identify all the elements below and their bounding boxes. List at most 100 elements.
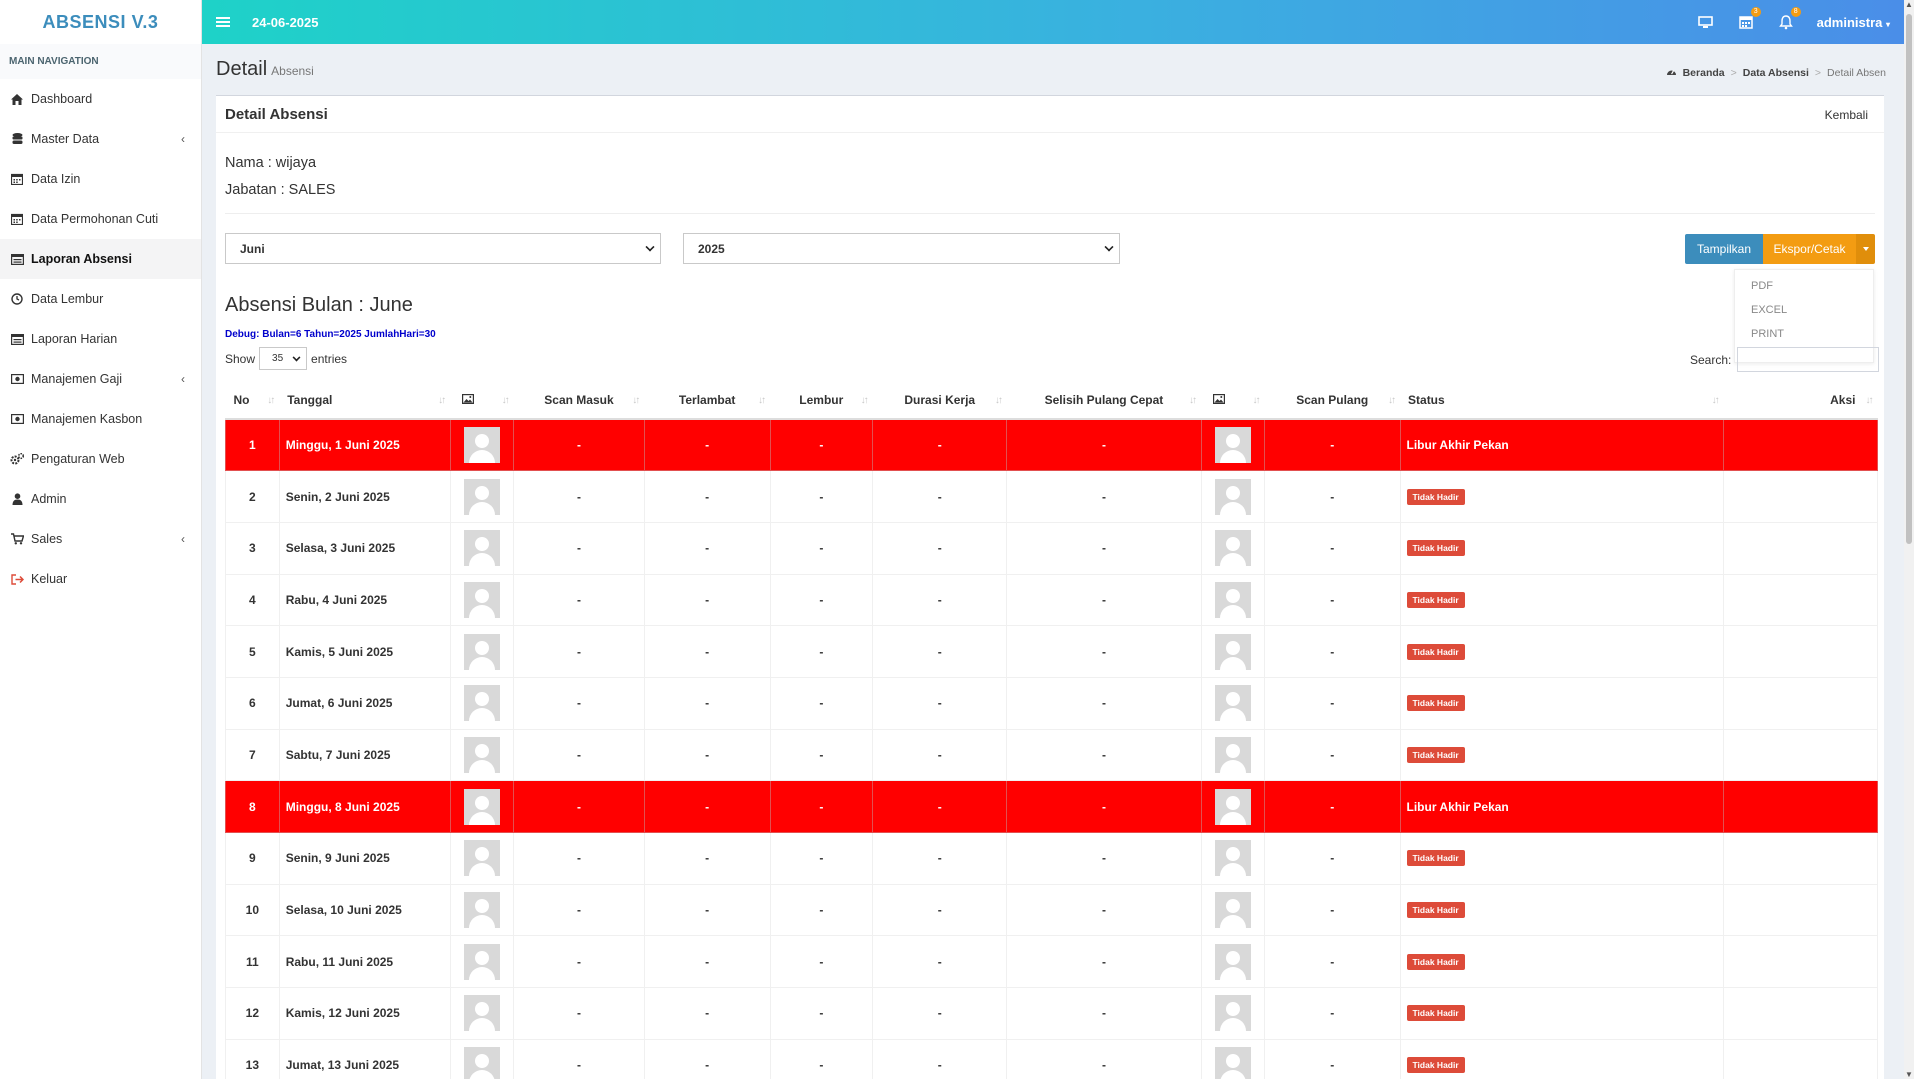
sort-icon[interactable]: ↓↑: [1712, 395, 1720, 406]
cell-photo-in[interactable]: [449, 470, 515, 523]
sidebar-item-data-izin[interactable]: Data Izin: [0, 159, 201, 199]
month-select[interactable]: Juni: [225, 233, 661, 264]
column-header[interactable]: ↓↑: [1201, 382, 1265, 420]
cell-photo-in[interactable]: [449, 832, 515, 885]
search-input[interactable]: [1737, 347, 1880, 372]
cell-photo-out[interactable]: [1200, 470, 1266, 523]
sort-icon[interactable]: ↓↑: [1189, 395, 1197, 406]
scroll-thumb[interactable]: [1906, 14, 1912, 544]
status-badge: Tidak Hadir: [1406, 953, 1465, 970]
breadcrumb-beranda[interactable]: Beranda: [1683, 67, 1725, 79]
sort-icon[interactable]: ↓↑: [1253, 395, 1261, 406]
export-dropdown-toggle[interactable]: [1856, 234, 1875, 264]
cell-photo-in[interactable]: [449, 573, 515, 627]
column-header[interactable]: Durasi Kerja ↓↑: [872, 382, 1007, 420]
cell-photo-out[interactable]: [1200, 573, 1266, 627]
scroll-down-icon[interactable]: ▼: [1905, 1070, 1913, 1079]
column-header[interactable]: No ↓↑: [225, 382, 280, 420]
sort-icon[interactable]: ↓↑: [438, 395, 446, 406]
sort-icon[interactable]: ↓↑: [267, 395, 275, 406]
page-scrollbar[interactable]: ▲ ▼: [1904, 0, 1914, 1079]
sort-icon[interactable]: ↓↑: [861, 395, 869, 406]
sort-icon[interactable]: ↓↑: [502, 395, 510, 406]
sidebar-item-keluar[interactable]: Keluar: [0, 559, 201, 599]
cell-photo-in[interactable]: [449, 625, 515, 678]
sidebar-item-laporan-harian[interactable]: Laporan Harian: [0, 319, 201, 359]
sort-icon[interactable]: ↓↑: [995, 395, 1003, 406]
calendar-icon[interactable]: 3: [1737, 7, 1761, 30]
cell-photo-out[interactable]: [1200, 728, 1266, 782]
empty-value: -: [819, 489, 824, 504]
sidebar-item-dashboard[interactable]: Dashboard: [0, 79, 201, 119]
sidebar-item-manajemen-kasbon[interactable]: Manajemen Kasbon: [0, 399, 201, 439]
scroll-up-icon[interactable]: ▲: [1905, 0, 1913, 9]
sidebar-item-master-data[interactable]: Master Data ‹: [0, 119, 201, 159]
cell-photo-out[interactable]: [1200, 676, 1266, 730]
column-header[interactable]: Status ↓↑: [1400, 382, 1724, 420]
cell-scan-out: -: [1264, 625, 1401, 678]
column-header[interactable]: Terlambat ↓↑: [644, 382, 771, 420]
show-button[interactable]: Tampilkan: [1685, 234, 1763, 264]
cell-photo-out[interactable]: [1200, 935, 1266, 989]
sidebar-item-sales[interactable]: Sales ‹: [0, 519, 201, 559]
app-logo[interactable]: ABSENSI V.3: [0, 0, 201, 44]
column-header[interactable]: Lembur ↓↑: [770, 382, 873, 420]
cell-photo-in[interactable]: [449, 676, 515, 730]
menu-toggle-icon[interactable]: [216, 15, 230, 29]
column-header[interactable]: Tanggal ↓↑: [279, 382, 451, 420]
sort-icon[interactable]: ↓↑: [1866, 395, 1874, 406]
table-row: 7 Sabtu, 7 Juni 2025 - - - - - - Tidak Hadir: [225, 728, 1878, 782]
sidebar-item-manajemen-gaji[interactable]: Manajemen Gaji ‹: [0, 359, 201, 399]
cell-photo-out[interactable]: [1200, 832, 1266, 885]
sidebar-item-pengaturan-web[interactable]: Pengaturan Web: [0, 439, 201, 479]
cell-photo-in[interactable]: [449, 1038, 515, 1079]
year-select[interactable]: 2025: [683, 233, 1120, 264]
sort-icon[interactable]: ↓↑: [758, 395, 766, 406]
column-header[interactable]: Scan Masuk ↓↑: [513, 382, 645, 420]
cell-photo-out[interactable]: [1200, 780, 1266, 833]
column-header[interactable]: Selisih Pulang Cepat ↓↑: [1006, 382, 1202, 420]
empty-value: -: [705, 696, 710, 711]
breadcrumb-data-absensi[interactable]: Data Absensi: [1743, 67, 1809, 79]
avatar-placeholder: [463, 581, 500, 618]
column-header[interactable]: Scan Pulang ↓↑: [1264, 382, 1401, 420]
sort-icon[interactable]: ↓↑: [632, 395, 640, 406]
avatar-placeholder: [463, 892, 500, 929]
bell-icon[interactable]: 8: [1777, 7, 1801, 30]
column-header[interactable]: Aksi ↓↑: [1723, 382, 1878, 420]
entries-control: Show 35 entries: [225, 347, 347, 370]
cell-photo-out[interactable]: [1200, 987, 1266, 1040]
cell-photo-out[interactable]: [1200, 1038, 1266, 1079]
cell-photo-out[interactable]: [1200, 883, 1266, 937]
cell-photo-out[interactable]: [1200, 625, 1266, 678]
monitor-icon[interactable]: [1697, 14, 1715, 30]
cell-no: 6: [225, 676, 280, 730]
export-button[interactable]: Ekspor/Cetak: [1763, 234, 1856, 264]
column-header[interactable]: ↓↑: [450, 382, 514, 420]
sort-icon[interactable]: ↓↑: [1388, 395, 1396, 406]
export-pdf[interactable]: PDF: [1735, 276, 1873, 300]
cell-photo-in[interactable]: [449, 935, 515, 989]
cell-photo-out[interactable]: [1200, 521, 1266, 575]
export-print[interactable]: PRINT: [1735, 324, 1873, 348]
column-header-label: No: [233, 393, 250, 407]
sidebar-item-data-lembur[interactable]: Data Lembur: [0, 279, 201, 319]
cell-photo-out[interactable]: [1200, 418, 1266, 472]
sidebar-item-admin[interactable]: Admin: [0, 479, 201, 519]
export-excel[interactable]: EXCEL: [1735, 300, 1873, 324]
sidebar-item-label: Sales: [31, 532, 63, 546]
user-menu[interactable]: administra ▾: [1817, 15, 1890, 30]
cell-photo-in[interactable]: [449, 987, 515, 1040]
cell-photo-in[interactable]: [449, 780, 515, 833]
breadcrumb-separator: >: [1730, 66, 1737, 79]
cell-photo-in[interactable]: [449, 883, 515, 937]
cell-date: Kamis, 5 Juni 2025: [278, 625, 451, 678]
cell-photo-in[interactable]: [449, 521, 515, 575]
year-select-value: 2025: [698, 241, 725, 256]
entries-select[interactable]: 35: [259, 347, 308, 370]
cell-photo-in[interactable]: [449, 728, 515, 782]
sidebar-item-laporan-absensi[interactable]: Laporan Absensi: [0, 239, 201, 279]
sidebar-item-data-permohonan-cuti[interactable]: Data Permohonan Cuti: [0, 199, 201, 239]
back-button[interactable]: Kembali: [1825, 108, 1868, 122]
cell-photo-in[interactable]: [449, 418, 515, 472]
